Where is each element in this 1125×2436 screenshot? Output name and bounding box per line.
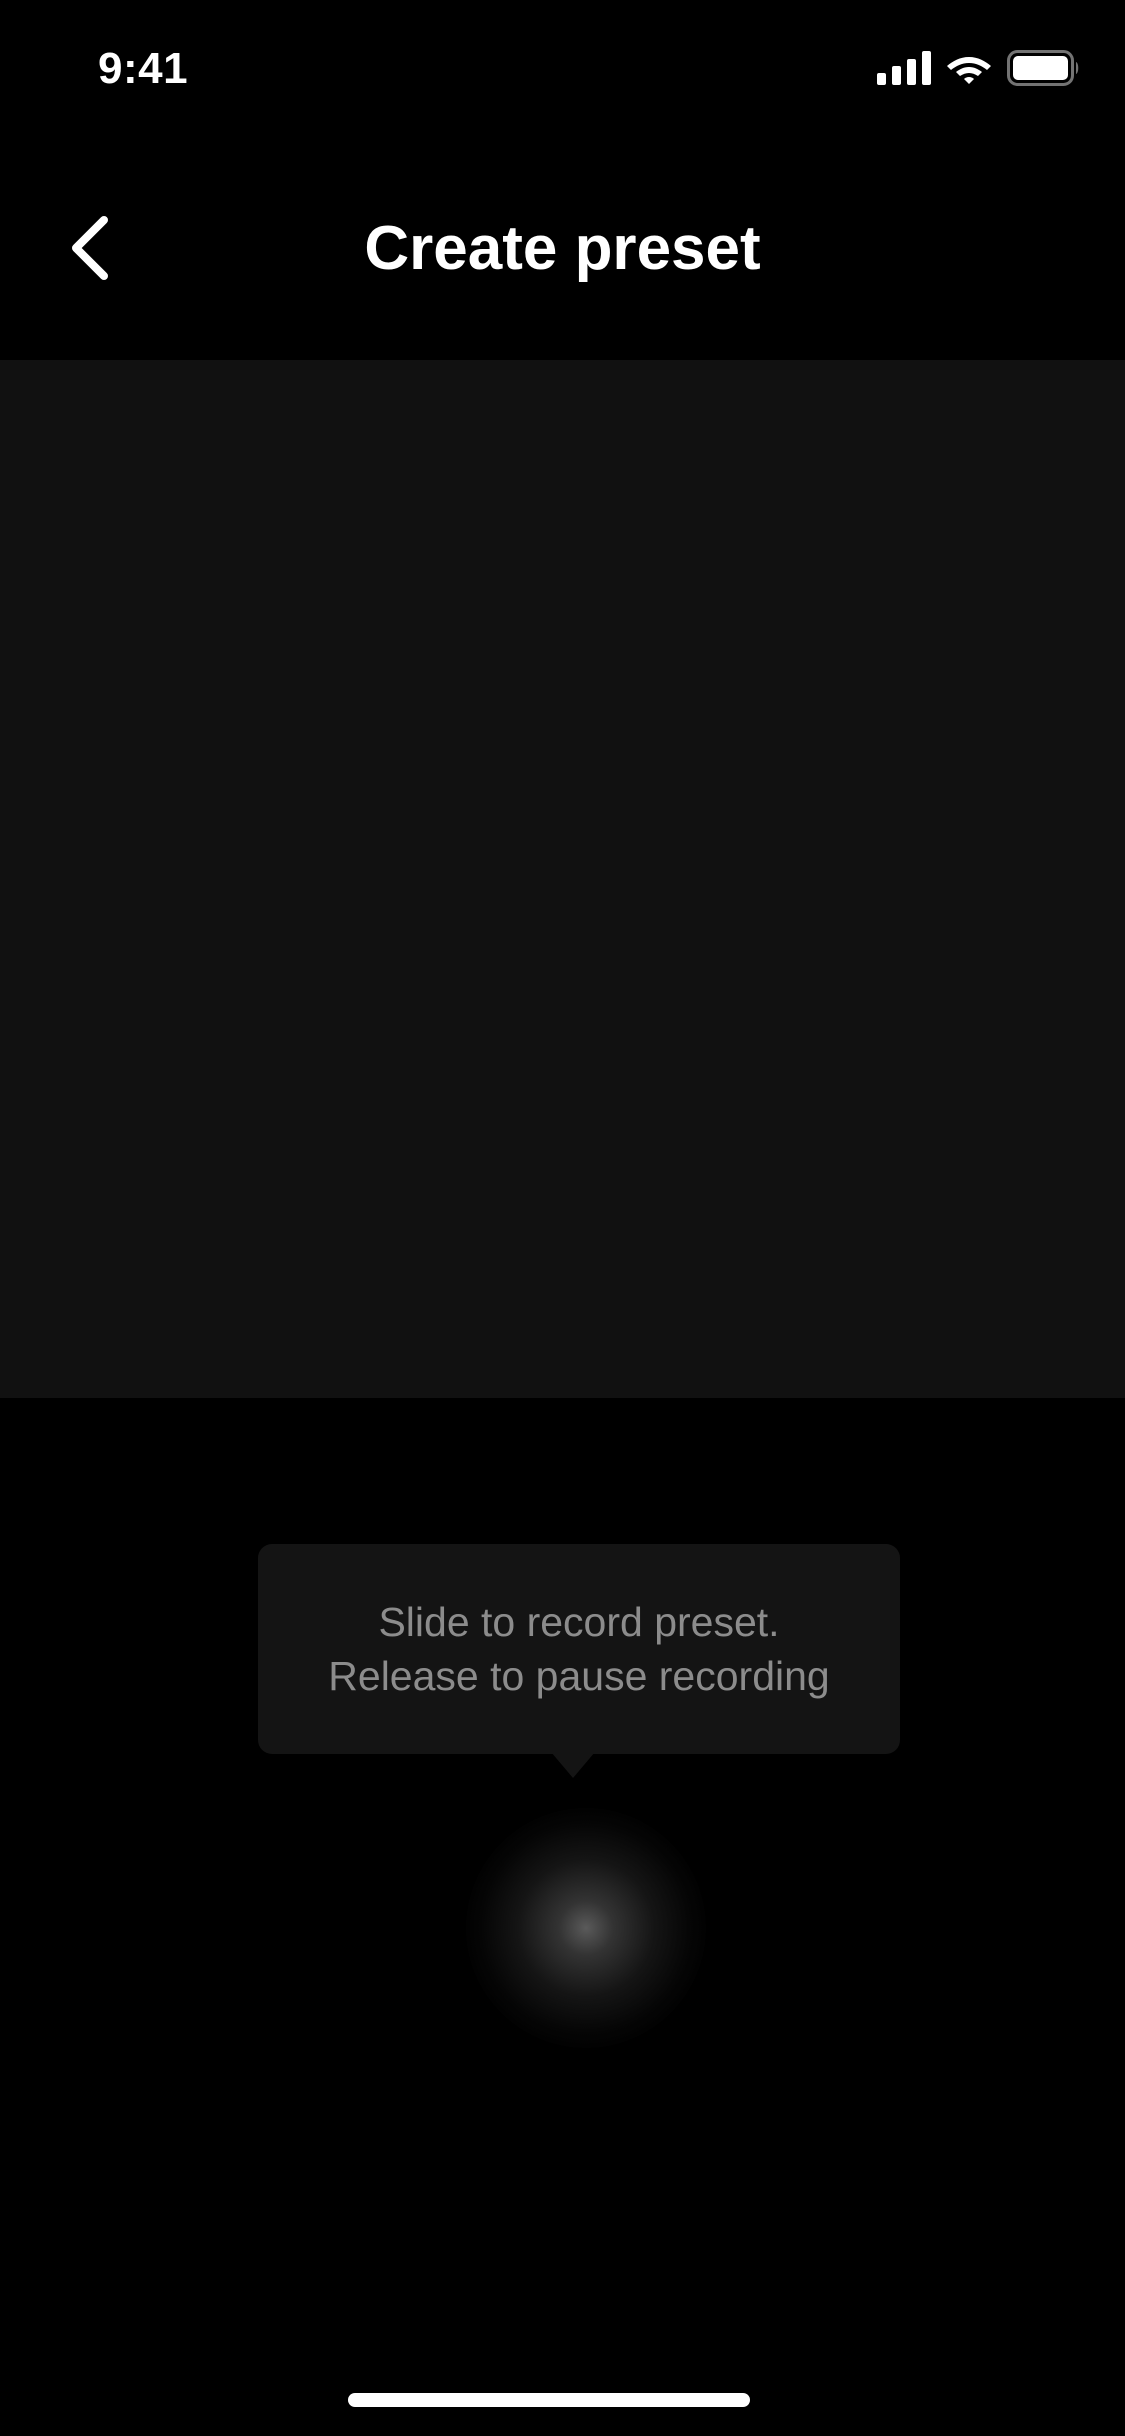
tooltip-arrow xyxy=(551,1752,595,1778)
record-hint-tooltip: Slide to record preset. Release to pause… xyxy=(258,1544,900,1754)
home-indicator xyxy=(348,2393,750,2407)
page-title: Create preset xyxy=(364,214,761,283)
wifi-icon xyxy=(945,51,993,90)
tooltip-line-1: Slide to record preset. xyxy=(378,1599,780,1645)
status-time: 9:41 xyxy=(98,44,189,93)
tooltip-line-2: Release to pause recording xyxy=(328,1653,830,1699)
cellular-signal-icon xyxy=(877,50,931,90)
navigation-bar: Create preset xyxy=(0,170,1125,330)
preset-preview-area xyxy=(0,360,1125,1398)
battery-icon xyxy=(1007,49,1081,91)
status-icons xyxy=(877,49,1081,91)
record-slider-knob[interactable] xyxy=(466,1808,706,2048)
status-bar: 9:41 xyxy=(0,0,1125,132)
